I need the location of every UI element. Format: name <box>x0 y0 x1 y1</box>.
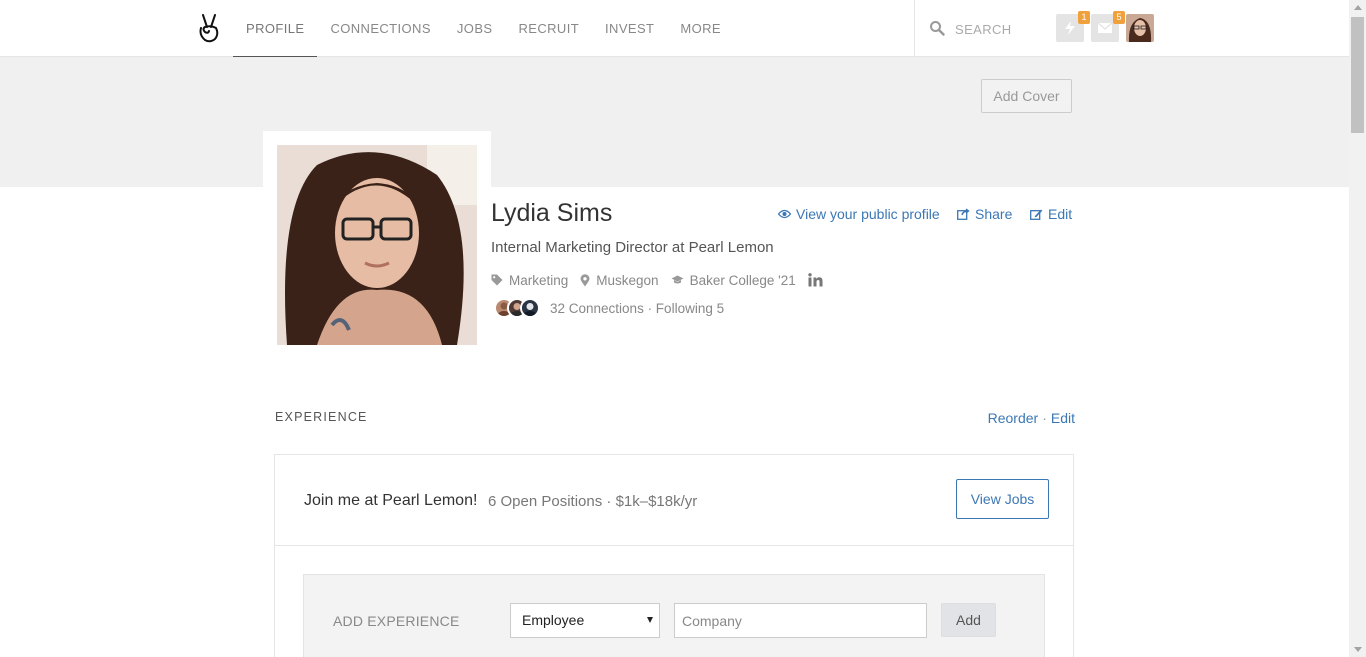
nav-recruit[interactable]: RECRUIT <box>505 0 592 57</box>
nav-profile[interactable]: PROFILE <box>233 0 318 57</box>
linkedin-icon[interactable] <box>808 273 823 287</box>
scroll-down-arrow-icon[interactable] <box>1354 647 1362 652</box>
nav-more[interactable]: MORE <box>667 0 734 57</box>
company-input[interactable] <box>674 603 927 638</box>
nav-jobs[interactable]: JOBS <box>444 0 506 57</box>
add-experience-form: ADD EXPERIENCE Employee Add <box>303 574 1045 657</box>
nav-invest[interactable]: INVEST <box>592 0 667 57</box>
profile-name: Lydia Sims <box>491 199 613 227</box>
share-label: Share <box>975 206 1013 222</box>
user-avatar[interactable] <box>1126 14 1154 42</box>
role-type-select[interactable]: Employee <box>510 603 660 638</box>
experience-edit-link[interactable]: Edit <box>1051 410 1075 426</box>
tag-icon <box>491 274 503 286</box>
hiring-banner: Join me at Pearl Lemon! 6 Open Positions… <box>275 455 1073 546</box>
edit-icon <box>1030 209 1043 220</box>
search-icon <box>930 21 945 36</box>
profile-tags: Marketing Muskegon Baker College '21 <box>491 271 823 289</box>
notifications-badge: 1 <box>1078 11 1090 24</box>
connections-count[interactable]: 32 Connections · Following 5 <box>550 301 724 316</box>
notifications-button[interactable]: 1 <box>1056 11 1090 42</box>
profile-photo[interactable] <box>277 145 477 345</box>
scroll-thumb[interactable] <box>1351 17 1364 133</box>
hiring-meta: 6 Open Positions · $1k–$18k/yr <box>488 493 698 510</box>
edit-label: Edit <box>1048 206 1073 222</box>
experience-heading: EXPERIENCE <box>275 410 368 424</box>
lightning-icon <box>1065 21 1075 35</box>
edit-profile-link[interactable]: Edit <box>1030 206 1072 222</box>
envelope-icon <box>1097 22 1113 33</box>
view-jobs-button[interactable]: View Jobs <box>956 479 1049 519</box>
chevron-down-icon <box>647 617 653 623</box>
search-input[interactable] <box>955 18 1045 40</box>
add-cover-button[interactable]: Add Cover <box>981 79 1072 113</box>
connection-avatar[interactable] <box>520 298 540 318</box>
cover-area <box>0 57 1349 187</box>
main-nav: PROFILE CONNECTIONS JOBS RECRUIT INVEST … <box>233 0 734 57</box>
add-experience-button[interactable]: Add <box>941 603 996 637</box>
add-experience-label: ADD EXPERIENCE <box>333 613 460 629</box>
role-type-value: Employee <box>522 612 585 628</box>
market-label: Marketing <box>509 272 569 288</box>
angellist-logo-icon[interactable] <box>197 13 221 43</box>
connections-summary: 32 Connections · Following 5 <box>494 298 724 318</box>
page-scrollbar[interactable] <box>1349 0 1366 657</box>
nav-divider <box>914 0 915 57</box>
view-public-profile-label: View your public profile <box>796 206 940 222</box>
location-tag[interactable]: Muskegon <box>580 272 659 288</box>
scroll-up-arrow-icon[interactable] <box>1354 5 1362 10</box>
school-label: Baker College '21 <box>689 272 796 288</box>
share-link[interactable]: Share <box>957 206 1012 222</box>
location-label: Muskegon <box>596 272 659 288</box>
experience-actions: Reorder · Edit <box>987 410 1075 426</box>
view-public-profile-link[interactable]: View your public profile <box>778 206 940 222</box>
reorder-link[interactable]: Reorder <box>988 410 1039 426</box>
share-icon <box>957 208 970 220</box>
experience-card: Join me at Pearl Lemon! 6 Open Positions… <box>274 454 1074 657</box>
messages-badge: 5 <box>1113 11 1125 24</box>
map-pin-icon <box>580 273 590 286</box>
market-tag[interactable]: Marketing <box>491 273 568 288</box>
nav-connections[interactable]: CONNECTIONS <box>317 0 443 57</box>
eye-icon <box>778 209 791 219</box>
top-navigation-bar: PROFILE CONNECTIONS JOBS RECRUIT INVEST … <box>0 0 1349 57</box>
profile-headline: Internal Marketing Director at Pearl Lem… <box>491 239 774 256</box>
hiring-title: Join me at Pearl Lemon! <box>304 492 478 509</box>
school-tag[interactable]: Baker College '21 <box>671 273 796 288</box>
graduation-cap-icon <box>671 275 684 284</box>
messages-button[interactable]: 5 <box>1091 11 1125 42</box>
